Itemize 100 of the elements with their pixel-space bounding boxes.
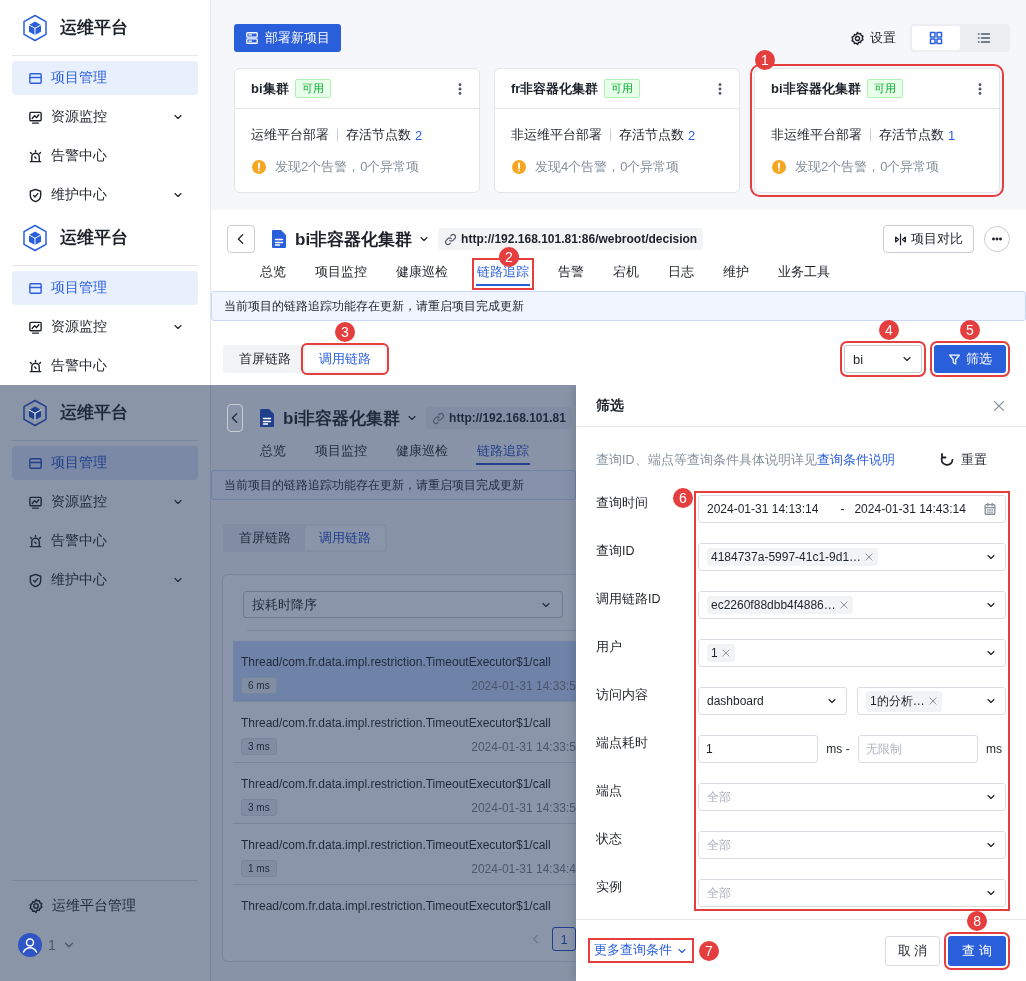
tab[interactable]: 总览	[259, 441, 287, 465]
sidebar-item[interactable]: 项目管理	[12, 271, 198, 305]
sidebar-item[interactable]: 维护中心	[12, 178, 198, 210]
warning-icon	[511, 159, 527, 175]
annotation-badge: 4	[879, 320, 899, 340]
back-button[interactable]	[227, 225, 255, 253]
tab[interactable]: 业务工具	[777, 262, 831, 286]
sidebar-item[interactable]: 资源监控	[12, 485, 198, 519]
trace-row[interactable]: Thread/com.fr.data.impl.restriction.TimeoutExecutor$1/call	[233, 885, 576, 919]
number-input[interactable]: 无限制	[858, 735, 978, 763]
alarm-icon	[28, 358, 43, 374]
tag-chip[interactable]: ec2260f88dbb4f4886…	[707, 596, 853, 614]
warning-icon	[251, 159, 267, 175]
select-field[interactable]: 4184737a-5997-41c1-9d1…	[698, 543, 1006, 571]
field-label: 用户	[596, 639, 622, 656]
settings-link[interactable]: 设置	[850, 29, 896, 47]
select-field[interactable]: 1的分析…	[857, 687, 1006, 715]
trace-row[interactable]: Thread/com.fr.data.impl.restriction.TimeoutExecutor$1/call 6 ms 2024-01-31 14:33:5	[233, 641, 576, 702]
annotation-badge: 6	[673, 488, 693, 508]
trace-row[interactable]: Thread/com.fr.data.impl.restriction.TimeoutExecutor$1/call 1 ms 2024-01-31 14:34:4	[233, 824, 576, 885]
tab[interactable]: 维护	[722, 262, 750, 286]
alive-nodes-label: 存活节点数	[879, 126, 944, 144]
select-field[interactable]: dashboard	[698, 687, 847, 715]
annotation-badge: 8	[967, 910, 988, 931]
sidebar-item[interactable]: 运维平台管理	[12, 889, 198, 923]
number-input[interactable]: 1	[698, 735, 818, 763]
annotation-badge: 7	[699, 940, 719, 961]
tag-chip[interactable]: 1的分析…	[866, 690, 942, 712]
sub-tab[interactable]: 首屏链路	[225, 526, 305, 550]
tab[interactable]: 宕机	[612, 262, 640, 286]
notice-bar: 当前项目的链路追踪功能存在更新，请重启项目完成更新	[211, 470, 576, 500]
date-range-field[interactable]: 2024-01-31 14:13:14 - 2024-01-31 14:43:14	[698, 495, 1006, 523]
view-mode-button[interactable]	[912, 26, 960, 50]
remove-icon[interactable]	[720, 648, 731, 658]
sidebar-item[interactable]: 维护中心	[12, 563, 198, 597]
sidebar-item[interactable]: 资源监控	[12, 310, 198, 344]
sidebar-item[interactable]: 告警中心	[12, 139, 198, 173]
trace-row[interactable]: Thread/com.fr.data.impl.restriction.TimeoutExecutor$1/call 3 ms 2024-01-31 14:33:5	[233, 702, 576, 763]
server-icon	[245, 31, 259, 45]
tag-chip[interactable]: 1	[707, 644, 735, 662]
app-title: 运维平台	[60, 17, 128, 39]
sub-tab[interactable]: 首屏链路	[225, 347, 305, 371]
sort-select[interactable]: 按耗时降序	[243, 591, 563, 618]
select-field[interactable]: 1	[698, 639, 1006, 667]
avatar-icon	[18, 933, 42, 957]
project-card[interactable]: bi集群 可用 运维平台部署 存活节点数 2 发现2个告警，0个异常项	[234, 68, 480, 193]
tab[interactable]: 日志	[667, 262, 695, 286]
remove-icon[interactable]	[927, 696, 938, 706]
grid-icon	[928, 30, 944, 46]
unit-label: ms -	[825, 742, 851, 756]
shield-icon	[28, 187, 43, 203]
project-card[interactable]: fr非容器化集群 可用 非运维平台部署 存活节点数 2 发现4个告警，0个异常项	[494, 68, 740, 193]
chart-icon	[28, 494, 43, 510]
url-text: http://192.168.101.81:86/webroot/decision	[461, 232, 698, 246]
more-conditions-link[interactable]: 更多查询条件	[592, 942, 690, 959]
tab[interactable]: 总览	[259, 262, 287, 286]
document-icon	[259, 408, 275, 428]
tray-icon	[28, 280, 43, 296]
app-title: 运维平台	[60, 227, 128, 249]
sidebar-item[interactable]: 资源监控	[12, 100, 198, 134]
cancel-button[interactable]: 取 消	[884, 935, 941, 966]
range-separator: -	[840, 502, 845, 516]
funnel-icon	[948, 352, 961, 366]
trace-row[interactable]: Thread/com.fr.data.impl.restriction.TimeoutExecutor$1/call 3 ms 2024-01-31 14:33:5	[233, 763, 576, 824]
tab[interactable]: 告警	[557, 262, 585, 286]
tab[interactable]: 项目监控	[314, 441, 368, 465]
deploy-type: 运维平台部署	[251, 126, 329, 144]
sidebar-item[interactable]: 告警中心	[12, 524, 198, 558]
reset-button[interactable]: 重置	[939, 451, 987, 469]
remove-icon[interactable]	[838, 600, 849, 610]
refresh-icon	[939, 452, 955, 468]
close-icon[interactable]	[992, 398, 1006, 413]
deploy-button[interactable]: 部署新项目	[234, 24, 341, 52]
trace-title: Thread/com.fr.data.impl.restriction.TimeoutExecutor$1/call	[241, 715, 552, 732]
select-field[interactable]: ec2260f88dbb4f4886…	[698, 591, 1006, 619]
tag-chip[interactable]: 4184737a-5997-41c1-9d1…	[707, 548, 879, 566]
duration-chip: 1 ms	[241, 860, 277, 877]
chart-icon	[28, 109, 43, 125]
status-tag: 可用	[866, 79, 903, 98]
field-label: 查询时间	[596, 495, 648, 512]
end-date: 2024-01-31 14:43:14	[854, 502, 966, 516]
tab[interactable]: 健康巡检	[395, 262, 449, 286]
warning-text: 发现4个告警，0个异常项	[535, 158, 680, 176]
tab[interactable]: 项目监控	[314, 262, 368, 286]
compare-button[interactable]: 项目对比	[883, 225, 974, 253]
sidebar-item[interactable]: 告警中心	[12, 349, 198, 383]
remove-icon[interactable]	[864, 552, 875, 562]
hint-link[interactable]: 查询条件说明	[816, 452, 895, 467]
unit-label: ms	[986, 742, 1003, 756]
sidebar-item[interactable]: 项目管理	[12, 61, 198, 95]
back-button[interactable]	[227, 404, 243, 432]
annotation-badge: 3	[335, 322, 355, 342]
chart-icon	[28, 319, 43, 335]
cube-logo-icon	[22, 223, 48, 252]
start-date: 2024-01-31 14:13:14	[707, 502, 819, 516]
tab[interactable]: 健康巡检	[395, 441, 449, 465]
calendar-icon	[983, 502, 997, 516]
card-title: bi非容器化集群	[771, 79, 861, 98]
deploy-type: 非运维平台部署	[511, 126, 602, 144]
alive-nodes-label: 存活节点数	[346, 126, 411, 144]
